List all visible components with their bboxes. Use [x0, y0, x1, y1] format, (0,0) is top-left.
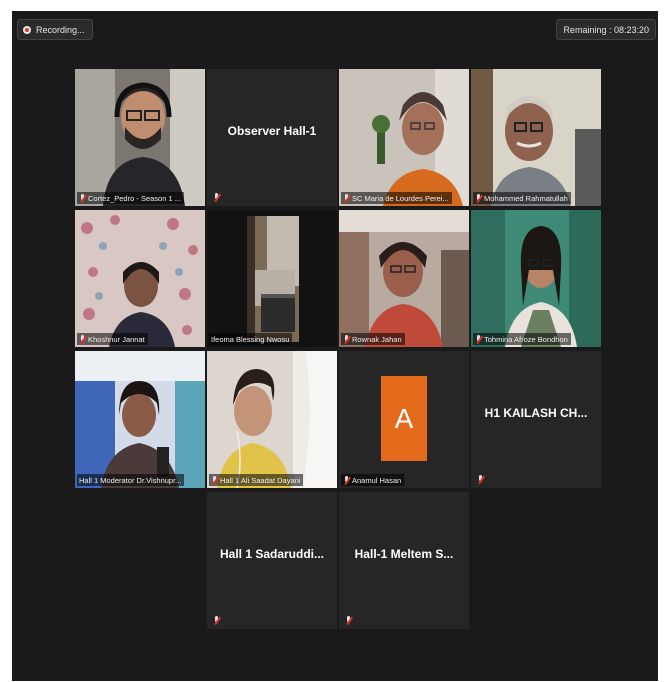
participant-tile[interactable]: Observer Hall-1 [207, 69, 337, 206]
participant-label: Anamul Hasan [341, 474, 405, 486]
participant-name: Hall 1 Moderator Dr.Vishnupr... [79, 475, 182, 485]
mic-muted-icon [343, 334, 350, 344]
participant-name: Tohmina Afroze Bondhon [484, 334, 568, 344]
participant-video [471, 210, 601, 347]
participant-label: Hall 1 Ali Saadat Dayani [209, 474, 304, 486]
participant-tile[interactable]: Mohammed Rahmatullah [471, 69, 601, 206]
participant-video [75, 351, 205, 488]
participant-tile[interactable]: Tohmina Afroze Bondhon [471, 210, 601, 347]
participant-label: Khoshnur Jannat [77, 333, 148, 345]
participant-avatar: A [381, 376, 427, 461]
participant-name: Observer Hall-1 [227, 124, 317, 138]
participant-name: Mohammed Rahmatullah [484, 193, 568, 203]
mic-muted-icon [475, 193, 482, 203]
participant-name: Hall-1 Meltem S... [354, 547, 454, 561]
participant-name: Anamul Hasan [352, 475, 402, 485]
participant-tile-active-speaker[interactable]: Ifeoma Blessing Nwosu [207, 210, 337, 347]
participant-name: Hall 1 Sadaruddi... [219, 547, 325, 561]
participant-name: Cortez_Pedro - Season 1 ... [88, 193, 181, 203]
avatar-letter: A [394, 402, 414, 434]
participant-name: Hall 1 Ali Saadat Dayani [220, 475, 301, 485]
mic-muted-icon [79, 334, 86, 344]
participant-tile[interactable]: Rownak Jahan [339, 210, 469, 347]
mic-muted-icon [211, 475, 218, 485]
participant-name: Ifeoma Blessing Nwosu [211, 334, 290, 344]
participant-video [75, 69, 205, 206]
participant-video [339, 210, 469, 347]
participant-tile[interactable]: H1 KAILASH CH... [471, 351, 601, 488]
participant-video [207, 210, 337, 347]
mic-muted-icon [477, 475, 484, 484]
remaining-time: Remaining : 08:23:20 [556, 19, 656, 40]
participant-tile[interactable]: SC Maria de Lourdes Perei... [339, 69, 469, 206]
participant-label: Rownak Jahan [341, 333, 405, 345]
participant-tile[interactable]: Hall 1 Ali Saadat Dayani [207, 351, 337, 488]
participant-name: SC Maria de Lourdes Perei... [352, 193, 449, 203]
participant-tile[interactable]: Khoshnur Jannat [75, 210, 205, 347]
participant-name: Khoshnur Jannat [88, 334, 145, 344]
participant-tile[interactable]: Hall-1 Meltem S... [339, 492, 469, 629]
participant-video [471, 69, 601, 206]
participant-label: Ifeoma Blessing Nwosu [209, 333, 293, 345]
mic-muted-icon [343, 193, 350, 203]
participant-video [75, 210, 205, 347]
participant-label: SC Maria de Lourdes Perei... [341, 192, 452, 204]
participant-name: H1 KAILASH CH... [484, 406, 588, 420]
participant-label: Hall 1 Moderator Dr.Vishnupr... [77, 474, 185, 486]
recording-indicator[interactable]: Recording... [17, 19, 93, 40]
participant-label: Mohammed Rahmatullah [473, 192, 571, 204]
participant-label: Tohmina Afroze Bondhon [473, 333, 571, 345]
mic-muted-icon [79, 193, 86, 203]
mic-muted-icon [213, 616, 220, 625]
mic-muted-icon [213, 193, 220, 202]
participant-video [339, 69, 469, 206]
recording-label: Recording... [36, 24, 85, 35]
participant-tile[interactable]: Hall 1 Sadaruddi... [207, 492, 337, 629]
participant-tile[interactable]: A Anamul Hasan [339, 351, 469, 488]
participant-name: Rownak Jahan [352, 334, 402, 344]
participant-tile[interactable]: Hall 1 Moderator Dr.Vishnupr... [75, 351, 205, 488]
mic-muted-icon [345, 616, 352, 625]
mic-muted-icon [475, 334, 482, 344]
participant-video [207, 351, 337, 488]
participant-label: Cortez_Pedro - Season 1 ... [77, 192, 184, 204]
mic-muted-icon [343, 475, 350, 485]
participant-tile[interactable]: Cortez_Pedro - Season 1 ... [75, 69, 205, 206]
record-icon [23, 25, 31, 34]
